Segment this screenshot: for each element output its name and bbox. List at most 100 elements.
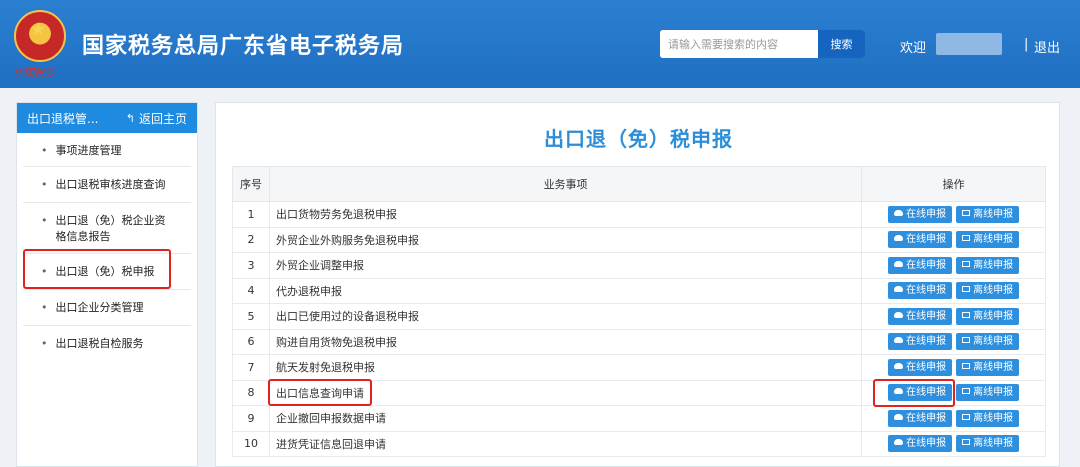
online-declare-label: 在线申报 [906,234,947,246]
sidebar-item-progress[interactable]: • 事项进度管理 [23,133,191,167]
offline-declare-button[interactable]: 离线申报 [956,333,1020,351]
monitor-icon [962,209,971,216]
row-actions: 在线申报 离线申报 [861,405,1046,432]
online-declare-button[interactable]: 在线申报 [888,282,953,300]
sidebar-item-qualification-report[interactable]: • 出口退（免）税企业资格信息报告 [23,203,191,254]
table-row: 2 外贸企业外购服务免退税申报 在线申报 离线申报 [232,226,1046,253]
search-button[interactable]: 搜索 [818,30,865,58]
sidebar-item-label: 出口退（免）税企业资格信息报告 [55,214,166,243]
site-title: 国家税务总局广东省电子税务局 [82,34,405,59]
offline-declare-button[interactable]: 离线申报 [956,409,1020,427]
logout-link[interactable]: 退出 [1034,37,1060,56]
offline-declare-button[interactable]: 离线申报 [956,435,1020,453]
back-home-link[interactable]: ↰ 返回主页 [126,110,187,127]
column-header-ops: 操作 [861,166,1046,202]
cloud-upload-icon [894,388,904,395]
offline-declare-label: 离线申报 [973,438,1014,450]
row-actions: 在线申报 离线申报 [861,252,1046,279]
online-declare-button[interactable]: 在线申报 [888,435,953,453]
online-declare-button[interactable]: 在线申报 [888,205,953,223]
online-declare-button[interactable]: 在线申报 [888,231,953,249]
bullet-icon: • [41,337,48,350]
monitor-icon [962,311,971,318]
top-header: ★ 中国税务 国家税务总局广东省电子税务局 搜索 欢迎 | 退出 [0,0,1080,88]
bullet-icon: • [41,144,48,157]
row-item: 购进自用货物免退税申报 [268,328,863,355]
monitor-icon [962,439,971,446]
row-number: 3 [232,252,270,279]
online-declare-button[interactable]: 在线申报 [888,256,953,274]
row-actions: 在线申报 离线申报 [861,277,1046,304]
row-number: 7 [232,354,270,381]
table-header-row: 序号 业务事项 操作 [232,166,1046,202]
search-box: 搜索 [660,30,865,58]
back-arrow-icon: ↰ [125,111,135,125]
table-row: 9 企业撤回申报数据申请 在线申报 离线申报 [232,405,1046,432]
table-row: 7 航天发射免退税申报 在线申报 离线申报 [232,354,1046,381]
sidebar-section-title[interactable]: 出口退税管... [27,110,126,127]
online-declare-button[interactable]: 在线申报 [888,409,953,427]
row-number: 9 [232,405,270,432]
sidebar-item-self-check[interactable]: • 出口退税自检服务 [23,326,191,362]
row-item: 航天发射免退税申报 [268,354,863,381]
row-number: 4 [232,277,270,304]
offline-declare-button[interactable]: 离线申报 [956,256,1020,274]
row-actions: 在线申报 离线申报 [861,303,1046,330]
offline-declare-label: 离线申报 [973,310,1014,322]
sidebar-item-audit-query[interactable]: • 出口退税审核进度查询 [23,167,191,203]
offline-declare-label: 离线申报 [973,208,1014,220]
sidebar-header: 出口退税管... ↰ 返回主页 [17,103,197,133]
online-declare-button[interactable]: 在线申报 [888,384,953,402]
offline-declare-button[interactable]: 离线申报 [956,231,1020,249]
table-row: 3 外贸企业调整申报 在线申报 离线申报 [232,252,1046,279]
offline-declare-button[interactable]: 离线申报 [956,307,1020,325]
offline-declare-button[interactable]: 离线申报 [956,358,1020,376]
offline-declare-button[interactable]: 离线申报 [956,205,1020,223]
star-icon: ★ [30,19,47,40]
monitor-icon [962,235,971,242]
row-number: 5 [232,303,270,330]
welcome-text: 欢迎 [900,41,927,56]
bullet-icon: • [41,214,48,227]
back-home-label: 返回主页 [138,111,187,126]
username-redacted [936,33,1002,55]
sidebar: 出口退税管... ↰ 返回主页 • 事项进度管理 • 出口退税审核进度查询 • … [16,102,198,467]
column-header-num: 序号 [232,166,270,202]
sidebar-item-label: 出口退税自检服务 [55,337,144,350]
row-item: 外贸企业调整申报 [268,252,863,279]
online-declare-button[interactable]: 在线申报 [888,307,953,325]
offline-declare-button[interactable]: 离线申报 [956,282,1020,300]
row-item: 外贸企业外购服务免退税申报 [268,226,863,253]
cloud-upload-icon [894,311,904,318]
table-row: 8 出口信息查询申请 在线申报 离线申报 [232,379,1046,406]
row-number: 8 [232,379,270,406]
sidebar-item-declaration[interactable]: • 出口退（免）税申报 [23,254,191,290]
online-declare-label: 在线申报 [906,336,947,348]
online-declare-button[interactable]: 在线申报 [888,333,953,351]
online-declare-label: 在线申报 [906,208,947,220]
page-title: 出口退（免）税申报 [544,127,733,151]
monitor-icon [962,260,971,267]
online-declare-label: 在线申报 [906,310,947,322]
table-row: 5 出口已使用过的设备退税申报 在线申报 离线申报 [232,303,1046,330]
search-input[interactable] [660,30,818,58]
row-number: 10 [232,430,270,457]
online-declare-button[interactable]: 在线申报 [888,358,953,376]
online-declare-label: 在线申报 [906,412,947,424]
row-item: 进货凭证信息回退申请 [268,430,863,457]
header-divider: | [1024,37,1029,52]
cloud-upload-icon [894,337,904,344]
row-actions: 在线申报 离线申报 [861,226,1046,253]
offline-declare-button[interactable]: 离线申报 [956,384,1020,402]
table-row: 10 进货凭证信息回退申请 在线申报 离线申报 [232,430,1046,457]
row-actions: 在线申报 离线申报 [861,201,1046,228]
monitor-icon [962,362,971,369]
online-declare-label: 在线申报 [906,285,947,297]
tax-emblem-icon: ★ [14,10,66,62]
row-item: 企业撤回申报数据申请 [268,405,863,432]
bullet-icon: • [41,178,48,191]
column-header-item: 业务事项 [268,166,863,202]
row-item: 出口已使用过的设备退税申报 [268,303,863,330]
sidebar-item-classification[interactable]: • 出口企业分类管理 [23,290,191,326]
monitor-icon [962,413,971,420]
